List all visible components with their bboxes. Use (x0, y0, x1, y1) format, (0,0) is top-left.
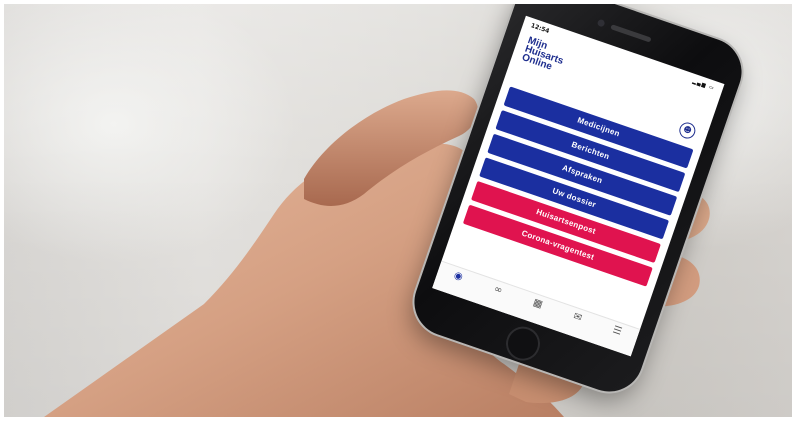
menu-icon: ☰ (611, 324, 624, 338)
home-icon: ◉ (452, 269, 465, 284)
calendar-icon: ▦ (531, 297, 545, 311)
tab-menu[interactable]: ☰ (596, 317, 639, 344)
tab-medicines[interactable]: ∞ (477, 276, 520, 303)
messages-icon: ✉ (571, 310, 584, 325)
tab-calendar[interactable]: ▦ (517, 289, 560, 316)
tab-messages[interactable]: ✉ (556, 303, 599, 330)
photo-background: 12:54 ▂▄▆ ▭ Mijn Huisarts Online ☻ Medic… (4, 4, 792, 417)
profile-icon[interactable]: ☻ (677, 120, 698, 141)
signal-battery-icon: ▂▄▆ ▭ (691, 78, 716, 92)
medicines-icon: ∞ (492, 283, 504, 297)
tab-home[interactable]: ◉ (437, 262, 480, 289)
main-menu: Medicijnen Berichten Afspraken Uw dossie… (461, 86, 694, 291)
status-time: 12:54 (529, 22, 551, 35)
